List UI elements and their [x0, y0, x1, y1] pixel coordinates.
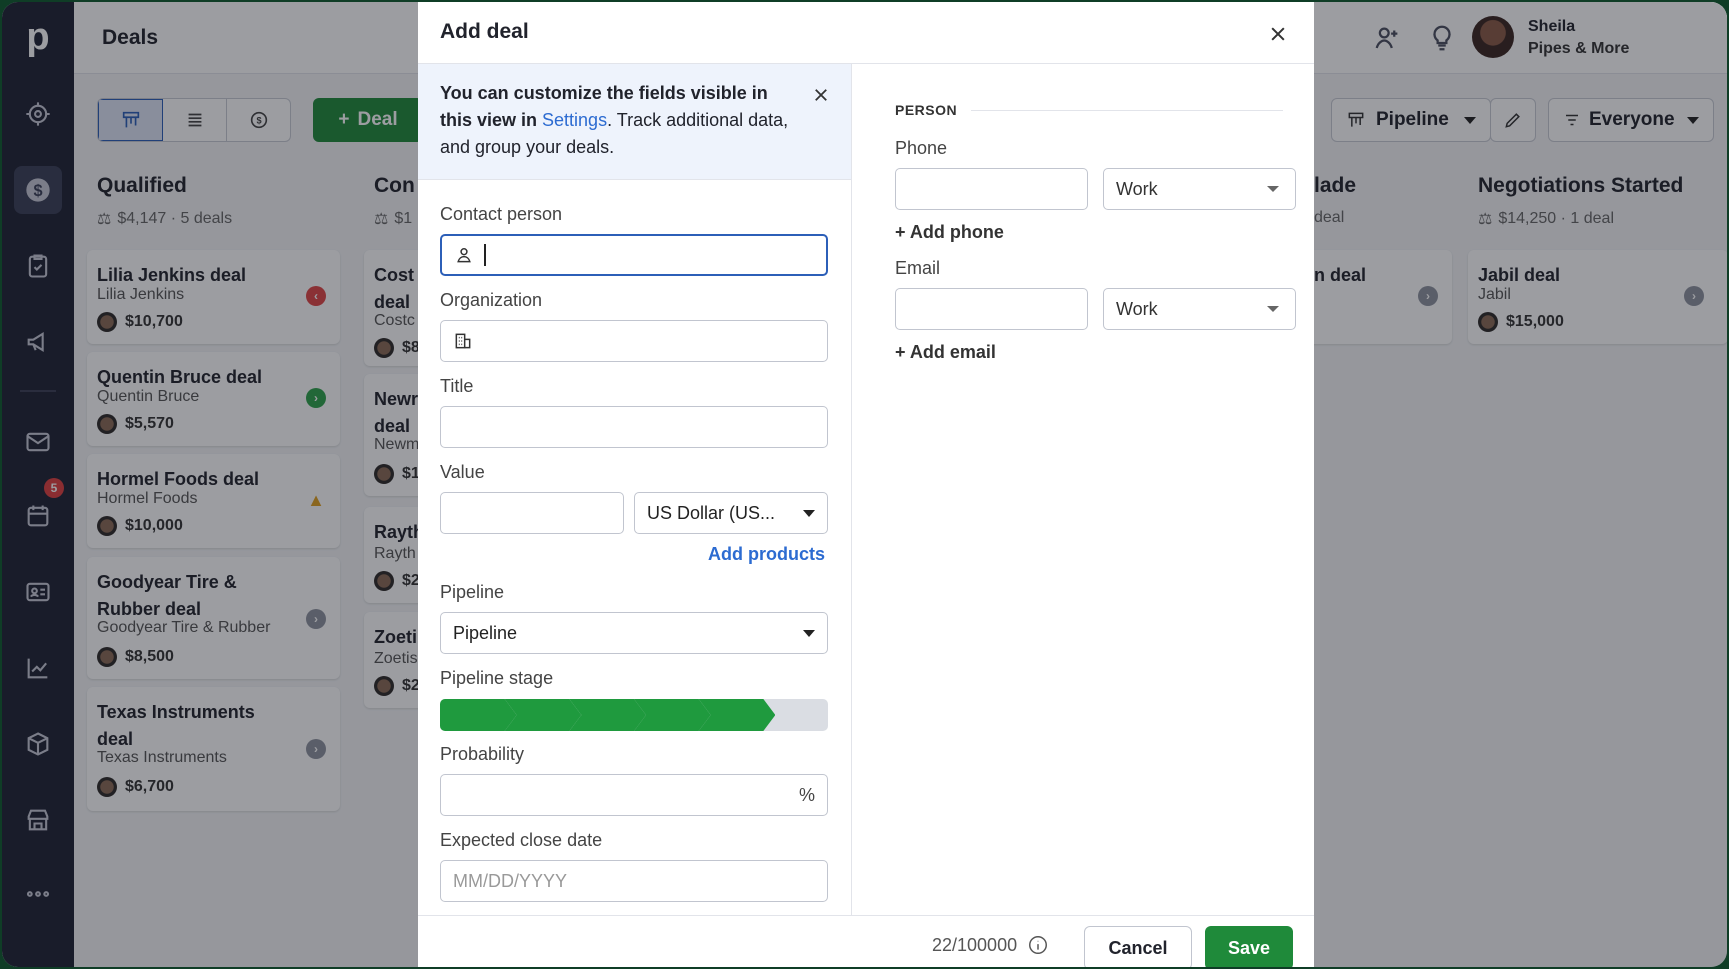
pipeline-value: Pipeline [453, 622, 518, 643]
chevron-down-icon [803, 629, 815, 637]
settings-link[interactable]: Settings [542, 110, 607, 130]
deal-fields-panel: You can customize the fields visible in … [418, 64, 852, 915]
email-type-value: Work [1116, 298, 1158, 319]
save-button[interactable]: Save [1205, 926, 1293, 967]
phone-type-select[interactable]: Work [1103, 168, 1296, 210]
email-type-select[interactable]: Work [1103, 288, 1296, 330]
organization-label: Organization [440, 290, 543, 310]
phone-type-value: Work [1116, 178, 1158, 199]
phone-input[interactable] [895, 168, 1088, 210]
chevron-down-icon [1267, 186, 1279, 192]
percent-suffix: % [798, 784, 815, 805]
add-deal-modal: Add deal You can customize the fields vi… [418, 2, 1314, 967]
email-label: Email [895, 258, 941, 278]
pipeline-select[interactable]: Pipeline [440, 612, 828, 654]
value-label: Value [440, 462, 485, 482]
counter-text: 22/100000 [932, 934, 1018, 955]
close-date-label: Expected close date [440, 830, 603, 850]
stage-step[interactable] [440, 699, 517, 731]
currency-select[interactable]: US Dollar (US... [634, 492, 828, 534]
chevron-down-icon [803, 509, 815, 517]
pipedrive-app: p $ 5 Deals ? Sheila Pipes & More $ +Dea… [2, 2, 1727, 967]
add-email-button[interactable]: + Add email [895, 342, 996, 363]
close-icon[interactable] [1260, 16, 1296, 52]
currency-value: US Dollar (US... [647, 502, 776, 523]
pipeline-stage-label: Pipeline stage [440, 668, 554, 688]
probability-input[interactable]: % [440, 774, 828, 816]
value-input[interactable] [440, 492, 624, 534]
info-icon[interactable] [1027, 934, 1049, 956]
title-label: Title [440, 376, 474, 396]
close-date-input[interactable]: MM/DD/YYYY [440, 860, 828, 902]
title-input[interactable] [440, 406, 828, 448]
email-input[interactable] [895, 288, 1088, 330]
person-icon [457, 248, 471, 263]
customize-banner: You can customize the fields visible in … [418, 64, 851, 180]
person-section-title: PERSON [895, 102, 958, 118]
app-frame: p $ 5 Deals ? Sheila Pipes & More $ +Dea… [2, 2, 1727, 967]
close-date-placeholder: MM/DD/YYYY [453, 870, 568, 891]
banner-text: You can customize the fields visible in … [440, 80, 800, 161]
section-divider [971, 110, 1283, 111]
modal-header: Add deal [418, 2, 1314, 64]
character-counter: 22/100000 [932, 934, 1049, 956]
pipeline-stage-selector [440, 699, 828, 731]
probability-label: Probability [440, 744, 525, 764]
text-cursor [484, 244, 486, 266]
close-icon[interactable] [804, 78, 838, 112]
modal-footer: 22/100000 Cancel Save [418, 915, 1314, 967]
add-products-link[interactable]: Add products [708, 544, 825, 565]
building-icon [455, 333, 471, 349]
add-phone-button[interactable]: + Add phone [895, 222, 1004, 243]
person-panel: PERSON Phone Work + Add phone Email Work… [853, 64, 1314, 915]
organization-input[interactable] [440, 320, 828, 362]
chevron-down-icon [1267, 306, 1279, 312]
phone-label: Phone [895, 138, 948, 158]
cancel-button[interactable]: Cancel [1084, 926, 1192, 967]
modal-title: Add deal [440, 20, 529, 43]
contact-person-label: Contact person [440, 204, 563, 224]
contact-person-input[interactable] [440, 234, 828, 276]
pipeline-label: Pipeline [440, 582, 505, 602]
